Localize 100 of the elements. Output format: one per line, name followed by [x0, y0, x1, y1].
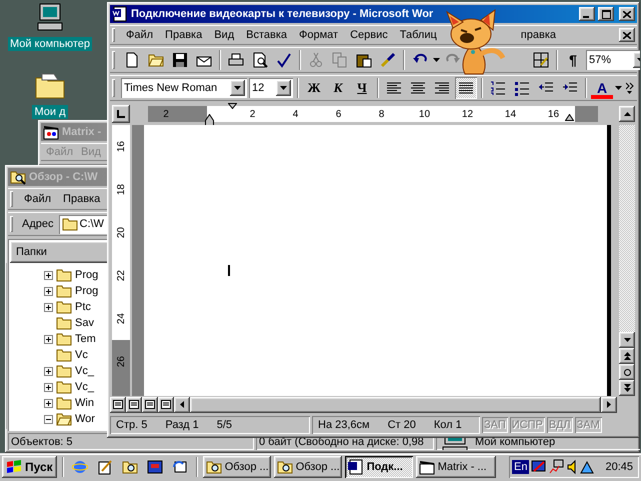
close-document-button[interactable] [619, 28, 635, 42]
menu-item[interactable]: Вид [209, 27, 240, 43]
chevron-icon [626, 82, 634, 94]
folder-name[interactable]: Vc [75, 349, 88, 361]
justify-button[interactable] [455, 77, 477, 99]
brush-icon [380, 52, 396, 68]
scroll-right-button[interactable] [601, 396, 617, 412]
first-line-indent-icon [228, 103, 237, 109]
menu-item[interactable]: Таблиц [394, 27, 442, 43]
font-color-button[interactable]: A [591, 77, 613, 99]
folder-name[interactable]: Sav [75, 317, 94, 329]
close-button[interactable] [619, 7, 635, 21]
clapperboard-icon [418, 459, 435, 475]
desktop-icon-label[interactable]: Мой компьютер [8, 37, 92, 51]
menu-item[interactable]: Вставка [241, 27, 292, 43]
vertical-scrollbar[interactable] [619, 125, 635, 396]
normal-view-button[interactable] [110, 396, 126, 412]
close-icon [623, 10, 631, 18]
maximize-button[interactable] [598, 7, 614, 21]
task-button[interactable]: Matrix - ... [416, 456, 496, 478]
double-down-arrow-icon [624, 384, 630, 392]
browse-object-button[interactable] [619, 364, 635, 380]
folder-icon [62, 216, 78, 232]
check-mark-icon [276, 52, 292, 68]
scroll-down-button[interactable] [619, 332, 635, 348]
printer-icon [228, 52, 244, 68]
ruler-number: 26 [116, 356, 126, 368]
menu-item[interactable]: Файл [19, 191, 56, 207]
folder-name[interactable]: Vc_ [75, 365, 94, 377]
right-indent-icon [565, 114, 574, 121]
plus-icon[interactable] [44, 334, 53, 344]
next-page-button[interactable] [619, 380, 635, 396]
align-lines-icon [458, 82, 474, 94]
menu-item[interactable]: Правка [160, 27, 208, 43]
page-view-button[interactable] [142, 396, 158, 412]
plus-icon[interactable] [44, 286, 53, 296]
status-text: Кол 1 [434, 419, 462, 431]
folder-name[interactable]: Prog [75, 269, 98, 281]
bulleted-list-icon [514, 80, 530, 96]
tab-stop-button[interactable] [112, 105, 130, 123]
scroll-up-button[interactable] [619, 106, 635, 122]
minimize-button[interactable] [579, 7, 595, 21]
open-folder-icon [148, 52, 164, 68]
window-icon [146, 459, 163, 475]
clipboard-icon [356, 52, 372, 68]
word-document-icon [348, 459, 364, 475]
plus-icon[interactable] [44, 366, 53, 376]
text-cursor-icon [228, 265, 231, 276]
caret-icon [280, 86, 287, 90]
font-combo[interactable]: Times New Roman [121, 78, 247, 98]
magnifier-page-icon [252, 52, 268, 68]
menu-item[interactable]: Файл [121, 27, 158, 43]
task-button[interactable]: Обзор ... [202, 456, 271, 478]
desktop-icon-label[interactable]: Мои д [32, 105, 68, 119]
font-size-combo[interactable]: 12 [249, 78, 293, 98]
scroll-thumb[interactable] [190, 396, 601, 412]
plus-icon[interactable] [44, 382, 53, 392]
view-icon [161, 400, 171, 409]
folder-name[interactable]: Ptc [75, 301, 91, 313]
scroll-left-button[interactable] [174, 396, 190, 412]
outline-view-button[interactable] [158, 396, 174, 412]
ruler-number: 8 [378, 108, 386, 120]
menu-item[interactable]: Сервис [345, 27, 393, 43]
bold-button[interactable]: Ж [303, 77, 325, 99]
plus-icon[interactable] [44, 302, 53, 312]
minus-icon[interactable] [44, 414, 53, 424]
web-view-button[interactable] [126, 396, 142, 412]
zoom-combo[interactable]: 57% [586, 50, 640, 70]
previous-page-button[interactable] [619, 348, 635, 364]
folder-name[interactable]: Wor [75, 413, 95, 425]
word-document-icon [112, 6, 128, 22]
folder-name[interactable]: Win [75, 397, 94, 409]
align-lines-icon [410, 82, 426, 94]
clock: 20:45 [605, 461, 633, 473]
underline-button[interactable]: Ч [351, 77, 373, 99]
view-icon [129, 400, 139, 409]
menu-item[interactable]: Формат [294, 27, 344, 43]
ruler-number: 12 [460, 108, 474, 120]
menu-item[interactable]: правка [516, 27, 561, 43]
folder-name[interactable]: Tem [75, 333, 96, 345]
menu-item[interactable]: Правка [58, 191, 106, 207]
ruler-margin [574, 106, 598, 122]
plus-icon[interactable] [44, 398, 53, 408]
ruler-number: 4 [292, 108, 300, 120]
italic-button[interactable]: К [327, 77, 349, 99]
start-button[interactable]: Пуск [2, 456, 57, 478]
task-button[interactable]: Подк... [344, 456, 413, 478]
ruler-number: 10 [418, 108, 432, 120]
folder-name[interactable]: Prog [75, 285, 98, 297]
language-indicator[interactable]: En [512, 460, 530, 474]
folder-name[interactable]: Vc_ [75, 381, 94, 393]
plus-icon[interactable] [44, 270, 53, 280]
down-arrow-icon [624, 338, 630, 342]
address-field[interactable]: C:\W [58, 214, 110, 234]
magnifier-folder-icon [122, 459, 138, 475]
task-button[interactable]: Обзор ... [274, 456, 342, 478]
window-title: Подключение видеокарты к телевизору - Microsoft Wor [131, 8, 434, 20]
status-text: На 23,6см [318, 419, 370, 431]
show-marks-button[interactable]: ¶ [562, 49, 584, 71]
status-text: Стр. 5 [116, 419, 148, 431]
